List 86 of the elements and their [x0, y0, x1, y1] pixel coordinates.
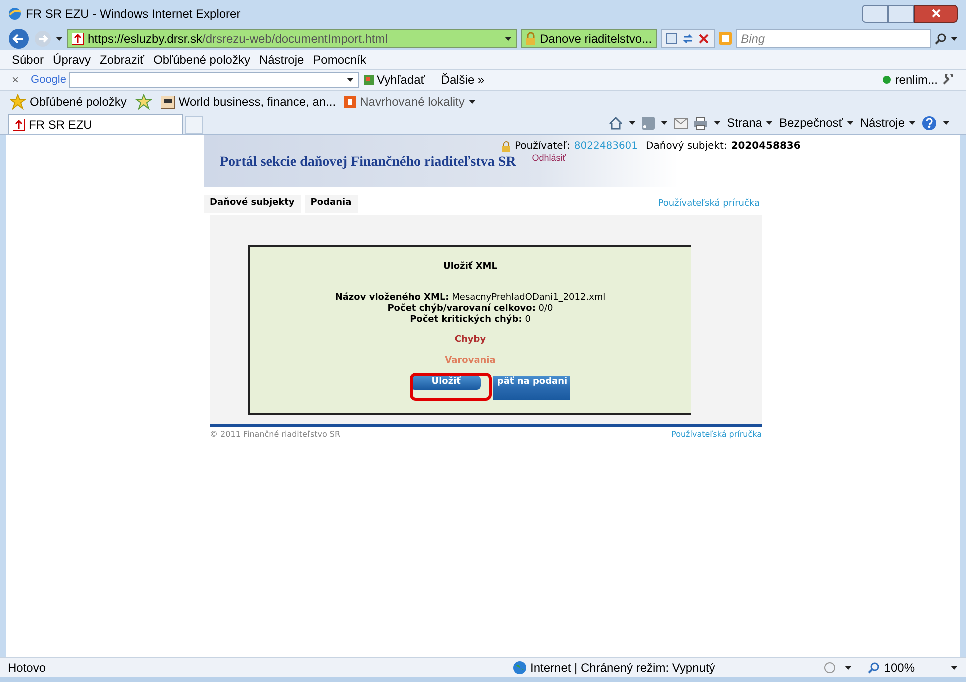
window-title: FR SR EZU - Windows Internet Explorer: [26, 6, 241, 22]
errors-heading: Chyby: [454, 334, 486, 346]
caret-icon[interactable]: [847, 121, 854, 125]
caret-icon[interactable]: [951, 666, 958, 670]
info-line: Názov vloženého XML: MesacnyPrehladODani1_2012.xml: [335, 292, 606, 304]
caret-icon[interactable]: [629, 121, 636, 125]
search-field[interactable]: Bing: [736, 29, 931, 48]
favorite-link[interactable]: World business, finance, an...: [160, 93, 336, 111]
info-line: Počet chýb/varovaní celkovo: 0/0: [388, 304, 554, 314]
nav-tab[interactable]: Daňové subjekty: [204, 195, 301, 213]
logout-link[interactable]: Odhlásiť: [532, 152, 566, 165]
subject-id: 2020458836: [731, 140, 801, 154]
search-icon: [363, 74, 376, 86]
site-icon: [13, 118, 25, 130]
menu-item[interactable]: Obľúbené položky: [154, 50, 250, 68]
menu-item[interactable]: Úpravy: [53, 50, 92, 68]
certificate-button[interactable]: Danove riaditelstvo...: [521, 29, 658, 48]
user-label: Používateľ:: [515, 140, 570, 154]
command-menu[interactable]: Nástroje: [860, 114, 916, 132]
command-menu[interactable]: Bezpečnosť: [779, 114, 854, 132]
caret-icon[interactable]: [909, 121, 916, 125]
nav-tab[interactable]: Podania: [304, 195, 358, 213]
refresh-icon[interactable]: [682, 32, 694, 44]
caret-icon[interactable]: [661, 121, 668, 125]
help-icon[interactable]: [922, 116, 937, 130]
maximize-button[interactable]: [888, 4, 914, 22]
info-line: Počet kritických chýb: 0: [410, 314, 531, 326]
command-menu[interactable]: Strana: [727, 114, 774, 132]
account-button[interactable]: renlim...: [895, 71, 938, 89]
back-icon[interactable]: [8, 28, 30, 50]
google-logo: Google: [31, 72, 66, 88]
subject-label: Daňový subjekt:: [646, 140, 728, 154]
google-search-field[interactable]: [69, 72, 360, 88]
browser-icon: [8, 6, 22, 20]
more-button[interactable]: Ďalšie »: [441, 71, 485, 89]
address-field[interactable]: https://esluzby.drsr.sk/drsrezu-web/documentImport.html: [67, 29, 517, 48]
lock-icon: [526, 32, 536, 45]
favorites-button[interactable]: Obľúbené položky: [10, 93, 127, 111]
save-button[interactable]: Uložiť: [411, 376, 482, 390]
lock-icon: [502, 141, 511, 152]
search-provider-icon: [719, 32, 732, 45]
add-favorite-icon[interactable]: [134, 94, 153, 110]
caret-icon[interactable]: [943, 121, 950, 125]
close-icon: [932, 9, 940, 18]
site-icon: [72, 32, 84, 44]
user-id: 8022483601: [574, 140, 638, 154]
portal-title: Portál sekcie daňovej Finančného riaditeľstva SR: [220, 154, 516, 172]
url-text: https://esluzby.drsr.sk/drsrezu-web/documentImport.html: [88, 30, 389, 48]
google-search-button[interactable]: Vyhľadať: [363, 71, 426, 89]
mail-icon[interactable]: [674, 118, 688, 128]
zoom-icon: [868, 662, 880, 674]
warnings-heading: Varovania: [445, 355, 496, 368]
online-status-icon: [883, 76, 892, 84]
globe-icon: [512, 660, 527, 674]
security-zone-text: Internet | Chránený režim: Vypnutý: [530, 660, 716, 676]
menu-item[interactable]: Súbor: [12, 50, 44, 68]
dialog-title: Uložiť XML: [444, 261, 498, 274]
site-icon: [344, 96, 356, 108]
suggested-sites-button[interactable]: Navrhované lokality: [344, 93, 476, 111]
close-toolbar-button[interactable]: ×: [12, 71, 20, 89]
menu-item[interactable]: Nástroje: [259, 50, 304, 68]
caret-icon[interactable]: [468, 100, 476, 104]
caret-icon[interactable]: [714, 121, 722, 125]
site-icon: [160, 96, 175, 108]
pop-up-icon[interactable]: [823, 660, 838, 674]
caret-icon[interactable]: [56, 36, 63, 40]
minimize-button[interactable]: [862, 4, 888, 22]
menu-item[interactable]: Pomocník: [313, 50, 367, 68]
star-icon: [10, 94, 26, 110]
home-icon[interactable]: [609, 116, 624, 130]
compatibility-icon[interactable]: [666, 32, 678, 44]
print-icon[interactable]: [694, 116, 708, 130]
caret-icon[interactable]: [347, 78, 354, 82]
caret-icon[interactable]: [766, 121, 774, 125]
browser-tab[interactable]: FR SR EZU: [8, 114, 183, 134]
caret-icon[interactable]: [951, 36, 958, 40]
search-icon[interactable]: [935, 32, 947, 44]
copyright-text: © 2011 Finančné riaditeľstvo SR: [210, 429, 341, 441]
caret-icon[interactable]: [505, 36, 512, 40]
menu-item[interactable]: Zobraziť: [100, 50, 145, 68]
caret-icon[interactable]: [845, 666, 852, 670]
zoom-button[interactable]: 100%: [868, 658, 915, 676]
stop-icon[interactable]: [698, 32, 710, 44]
status-text: Hotovo: [8, 660, 46, 676]
back-button[interactable]: päť na podani: [493, 376, 570, 400]
close-button[interactable]: [914, 4, 958, 22]
